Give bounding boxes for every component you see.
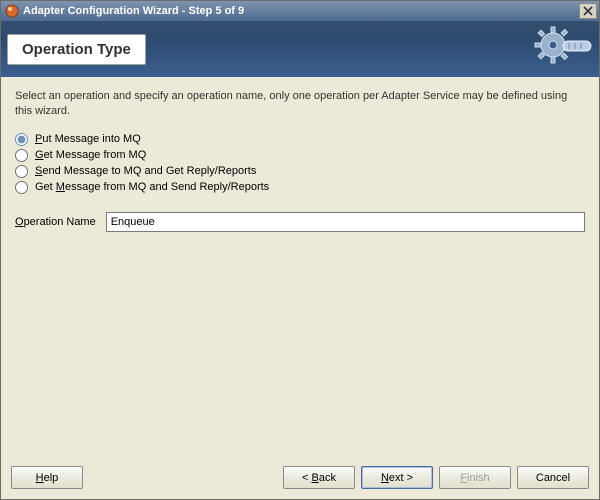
header-card: Operation Type [7, 34, 146, 65]
next-button[interactable]: Next > [361, 466, 433, 489]
radio-get-reply[interactable]: Get Message from MQ and Send Reply/Repor… [15, 181, 585, 194]
header-band: Operation Type [1, 21, 599, 77]
radio-send-input[interactable] [15, 165, 28, 178]
back-button[interactable]: < Back [283, 466, 355, 489]
radio-get-input[interactable] [15, 149, 28, 162]
operation-name-row: Operation Name [15, 212, 585, 232]
cancel-button[interactable]: Cancel [517, 466, 589, 489]
finish-button: Finish [439, 466, 511, 489]
page-title: Operation Type [22, 41, 131, 58]
wizard-window: Adapter Configuration Wizard - Step 5 of… [0, 0, 600, 500]
radio-send-message[interactable]: Send Message to MQ and Get Reply/Reports [15, 165, 585, 178]
instruction-text: Select an operation and specify an opera… [15, 89, 585, 119]
titlebar: Adapter Configuration Wizard - Step 5 of… [1, 1, 599, 21]
radio-put-input[interactable] [15, 133, 28, 146]
operation-name-input[interactable] [106, 212, 585, 232]
gear-decoration [533, 25, 593, 76]
radio-getr-input[interactable] [15, 181, 28, 194]
radio-get-message[interactable]: Get Message from MQ [15, 149, 585, 162]
radio-put-label: Put Message into MQ [35, 133, 141, 145]
radio-getr-label: Get Message from MQ and Send Reply/Repor… [35, 181, 269, 193]
help-button[interactable]: Help [11, 466, 83, 489]
close-button[interactable] [579, 3, 597, 19]
radio-get-label: Get Message from MQ [35, 149, 146, 161]
operation-name-label: Operation Name [15, 216, 96, 228]
app-icon [5, 4, 19, 18]
operation-type-radio-group: Put Message into MQ Get Message from MQ … [15, 133, 585, 194]
radio-send-label: Send Message to MQ and Get Reply/Reports [35, 165, 256, 177]
radio-put-message[interactable]: Put Message into MQ [15, 133, 585, 146]
footer: Help < Back Next > Finish Cancel [1, 458, 599, 499]
window-title: Adapter Configuration Wizard - Step 5 of… [23, 5, 579, 17]
content-area: Select an operation and specify an opera… [1, 77, 599, 458]
